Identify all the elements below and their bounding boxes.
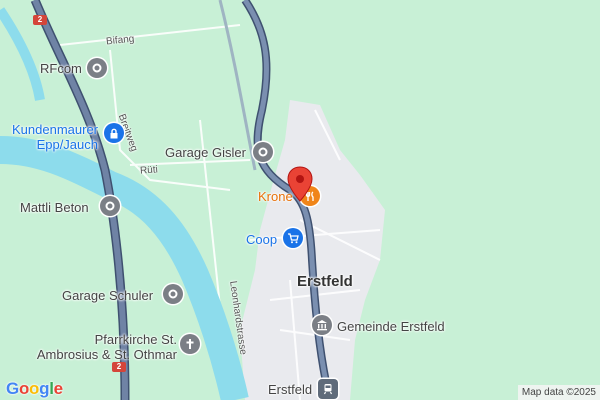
circle-icon[interactable] (163, 284, 183, 304)
street-label-bifang: Bifang (105, 33, 135, 48)
government-building-icon[interactable] (312, 315, 332, 335)
map-canvas[interactable]: Bifang Breitweg Rüti Leonhardstrasse 2 2… (0, 0, 600, 400)
poi-label-mattli-beton[interactable]: Mattli Beton (20, 200, 89, 215)
poi-label-church-line2: Ambrosius & St. Othmar (36, 347, 177, 362)
logo-letter-o1: o (18, 379, 30, 398)
lock-icon[interactable] (104, 123, 124, 143)
poi-label-rfcom[interactable]: RFcom (40, 61, 82, 76)
location-pin-icon[interactable] (287, 166, 313, 207)
cross-icon[interactable] (180, 334, 200, 354)
logo-letter-g1: G (6, 379, 19, 398)
poi-label-gemeinde-erstfeld[interactable]: Gemeinde Erstfeld (337, 319, 445, 334)
poi-label-kundenmaurer-line1: Kundenmaurer (12, 122, 98, 137)
poi-label-coop[interactable]: Coop (246, 232, 277, 247)
poi-label-church-line1: Pfarrkirche St. (94, 332, 177, 347)
highway-shield-top: 2 (33, 15, 47, 25)
street-label-ruti: Rüti (139, 164, 159, 177)
poi-label-kundenmaurer-line2: Epp/Jauch (36, 137, 98, 152)
google-logo: Google (6, 379, 63, 399)
logo-letter-g2: g (39, 379, 50, 398)
shopping-cart-icon[interactable] (283, 228, 303, 248)
logo-letter-e: e (53, 379, 63, 398)
poi-label-garage-schuler[interactable]: Garage Schuler (62, 288, 153, 303)
logo-letter-o2: o (29, 379, 40, 398)
poi-label-church[interactable]: Pfarrkirche St. Ambrosius & St. Othmar (23, 332, 177, 362)
poi-label-garage-gisler[interactable]: Garage Gisler (165, 145, 246, 160)
map-attribution[interactable]: Map data ©2025 (517, 385, 600, 400)
highway-shield-bottom: 2 (112, 362, 126, 372)
poi-label-kundenmaurer[interactable]: Kundenmaurer Epp/Jauch (6, 122, 98, 152)
circle-icon[interactable] (253, 142, 273, 162)
circle-icon[interactable] (100, 196, 120, 216)
town-label-erstfeld[interactable]: Erstfeld (297, 274, 353, 289)
train-icon[interactable] (318, 379, 338, 399)
circle-icon[interactable] (87, 58, 107, 78)
station-label-erstfeld[interactable]: Erstfeld (268, 382, 312, 397)
